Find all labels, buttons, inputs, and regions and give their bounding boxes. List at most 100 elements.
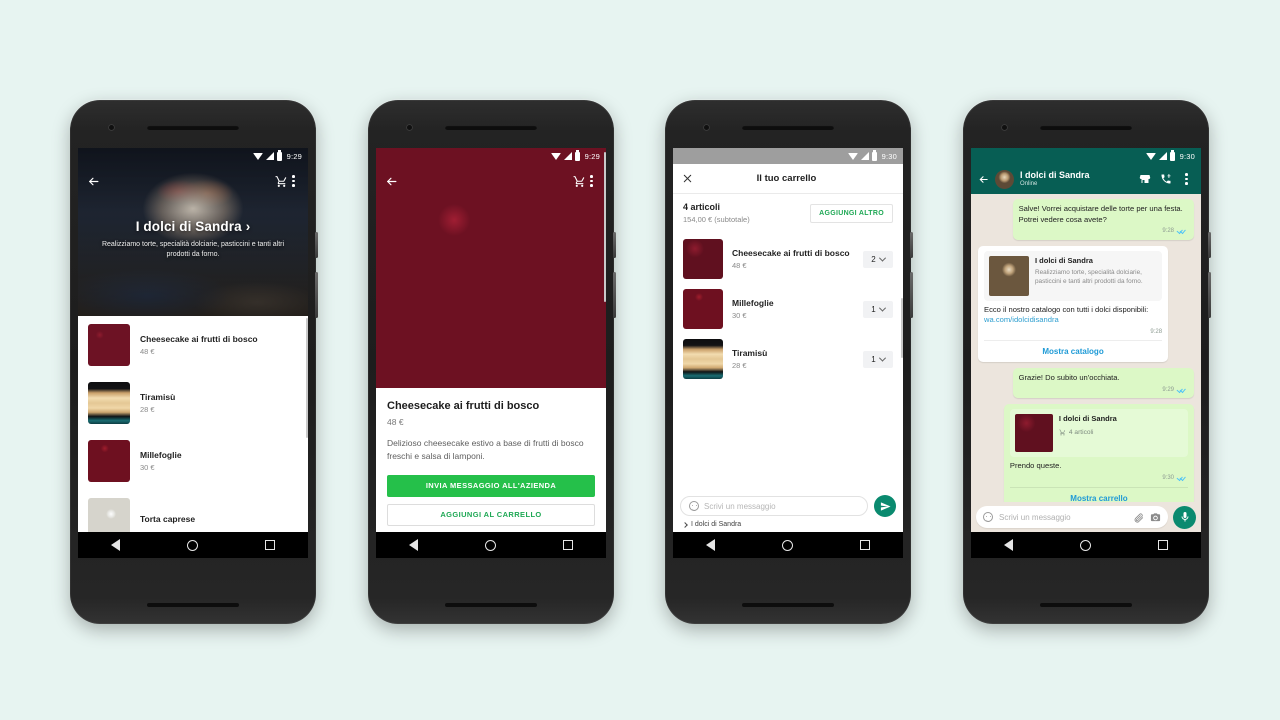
nav-recents-icon[interactable] (1157, 540, 1168, 550)
cart-preview-card[interactable]: I dolci di Sandra 4 articoli (1009, 409, 1188, 458)
cart-context-label: I dolci di Sandra (691, 521, 742, 528)
cart-scrollbar[interactable] (901, 298, 903, 358)
list-scrollbar[interactable] (306, 318, 308, 438)
cart-item-text: Cheesecake ai frutti di bosco 48 € (732, 248, 854, 271)
send-button[interactable] (874, 495, 896, 517)
camera-icon[interactable] (1150, 512, 1161, 523)
shopping-cart-icon[interactable] (275, 175, 288, 188)
message-text: Salve! Vorrei acquistare delle torte per… (1018, 204, 1183, 224)
nav-recents-icon[interactable] (859, 540, 870, 550)
back-arrow-icon[interactable] (385, 175, 398, 188)
earpiece-speaker (742, 125, 834, 130)
show-cart-button[interactable]: Mostra carrello (1009, 486, 1188, 502)
microphone-icon[interactable] (1173, 505, 1196, 529)
cart-item-count: 4 articoli (683, 202, 721, 212)
android-status-bar: 9:29 (376, 148, 606, 164)
battery-icon (1169, 149, 1175, 161)
bottom-speaker (445, 603, 537, 607)
message-time: 9:30 (1162, 475, 1174, 482)
nav-back-icon[interactable] (111, 539, 121, 551)
nav-home-icon[interactable] (484, 539, 496, 551)
send-message-to-business-button[interactable]: INVIA MESSAGGIO ALL'AZIENDA (387, 474, 595, 497)
quantity-stepper[interactable]: 2 (863, 250, 893, 268)
add-to-cart-button[interactable]: AGGIUNGI AL CARRELLO (387, 503, 595, 526)
catalog-preview-card[interactable]: I dolci di Sandra Realizziamo torte, spe… (984, 250, 1163, 301)
emoji-icon[interactable] (689, 501, 699, 511)
shopping-cart-icon (1059, 429, 1066, 436)
nav-back-icon[interactable] (1004, 539, 1014, 551)
overflow-menu-icon[interactable] (288, 173, 299, 189)
nav-home-icon[interactable] (781, 539, 793, 551)
table-row[interactable]: Tiramisù 28 € 1 (673, 334, 903, 384)
catalog-product-list[interactable]: Cheesecake ai frutti di bosco 48 € Tiram… (78, 316, 308, 532)
attachment-icon[interactable] (1133, 512, 1144, 523)
catalog-business-name-label: I dolci di Sandra (135, 219, 242, 234)
list-item[interactable]: Cheesecake ai frutti di bosco 48 € (78, 316, 308, 374)
product-thumbnail (88, 324, 130, 366)
read-receipt-icon (1177, 475, 1188, 482)
back-arrow-icon[interactable] (978, 174, 989, 185)
wifi-icon (252, 152, 263, 160)
chat-bubble-outgoing: Salve! Vorrei acquistare delle torte per… (1012, 199, 1194, 240)
cart-header: Il tuo carrello (673, 164, 903, 194)
nav-home-icon[interactable] (1079, 539, 1091, 551)
bottom-speaker (742, 603, 834, 607)
power-button[interactable] (910, 232, 913, 258)
quantity-stepper[interactable]: 1 (863, 350, 893, 368)
cart-summary: 4 articoli 154,00 € (subtotale) AGGIUNGI… (673, 194, 903, 234)
whatsapp-contact-info[interactable]: I dolci di Sandra Online (1020, 170, 1090, 188)
message-input[interactable]: Scrivi un messaggio (976, 506, 1168, 528)
volume-button[interactable] (613, 272, 616, 318)
avatar[interactable] (995, 169, 1014, 189)
back-arrow-icon[interactable] (87, 175, 100, 188)
overflow-menu-icon[interactable] (1181, 171, 1192, 187)
power-button[interactable] (613, 232, 616, 258)
front-camera-icon (1001, 124, 1008, 131)
cart-subtotal: 154,00 € (subtotale) (683, 215, 750, 224)
shopping-cart-icon[interactable] (573, 175, 586, 188)
android-status-bar: 9:30 (673, 148, 903, 164)
chat-bubble-outgoing: Grazie! Do subito un'occhiata. 9:29 (1012, 368, 1194, 399)
power-button[interactable] (315, 232, 318, 258)
list-item[interactable]: Tiramisù 28 € (78, 374, 308, 432)
nav-recents-icon[interactable] (562, 540, 573, 550)
cart-preview-subtitle: 4 articoli (1059, 428, 1117, 437)
signal-icon (860, 152, 869, 160)
cart-item-name: Millefoglie (732, 297, 774, 308)
list-item[interactable]: Millefoglie 30 € (78, 432, 308, 490)
show-catalog-button[interactable]: Mostra catalogo (984, 340, 1163, 358)
cart-context-footer[interactable]: I dolci di Sandra (680, 521, 896, 528)
android-nav-bar (376, 532, 606, 558)
volume-button[interactable] (1208, 272, 1211, 318)
phone1-screen: 9:29 I dolci di Sandra › Realizziamo tor… (78, 148, 308, 558)
detail-scrollbar[interactable] (604, 152, 606, 302)
add-more-button[interactable]: AGGIUNGI ALTRO (810, 203, 893, 223)
list-item[interactable]: Torta caprese (78, 490, 308, 532)
table-row[interactable]: Cheesecake ai frutti di bosco 48 € 2 (673, 234, 903, 284)
nav-back-icon[interactable] (409, 539, 419, 551)
whatsapp-message-list[interactable]: Salve! Vorrei acquistare delle torte per… (971, 194, 1201, 502)
cart-item-name: Tiramisù (732, 347, 768, 358)
table-row[interactable]: Millefoglie 30 € 1 (673, 284, 903, 334)
bottom-speaker (1040, 603, 1132, 607)
chat-bubble-outgoing: I dolci di Sandra 4 articoli Prendo ques… (1003, 404, 1194, 502)
nav-back-icon[interactable] (706, 539, 716, 551)
nav-home-icon[interactable] (186, 539, 198, 551)
status-clock: 9:29 (584, 151, 600, 161)
nav-recents-icon[interactable] (264, 540, 275, 550)
video-call-icon[interactable] (1160, 173, 1172, 185)
android-nav-bar (78, 532, 308, 558)
chevron-down-icon (878, 254, 886, 262)
store-icon[interactable] (1139, 173, 1151, 185)
quantity-stepper[interactable]: 1 (863, 300, 893, 318)
emoji-icon[interactable] (983, 512, 993, 522)
catalog-business-name[interactable]: I dolci di Sandra › (136, 219, 251, 234)
message-input[interactable]: Scrivi un messaggio (680, 496, 868, 516)
volume-button[interactable] (910, 272, 913, 318)
power-button[interactable] (1208, 232, 1211, 258)
overflow-menu-icon[interactable] (586, 173, 597, 189)
wifi-icon (847, 152, 858, 160)
chevron-down-icon (878, 304, 886, 312)
catalog-link[interactable]: wa.com/idolcidisandra (984, 315, 1059, 324)
volume-button[interactable] (315, 272, 318, 318)
